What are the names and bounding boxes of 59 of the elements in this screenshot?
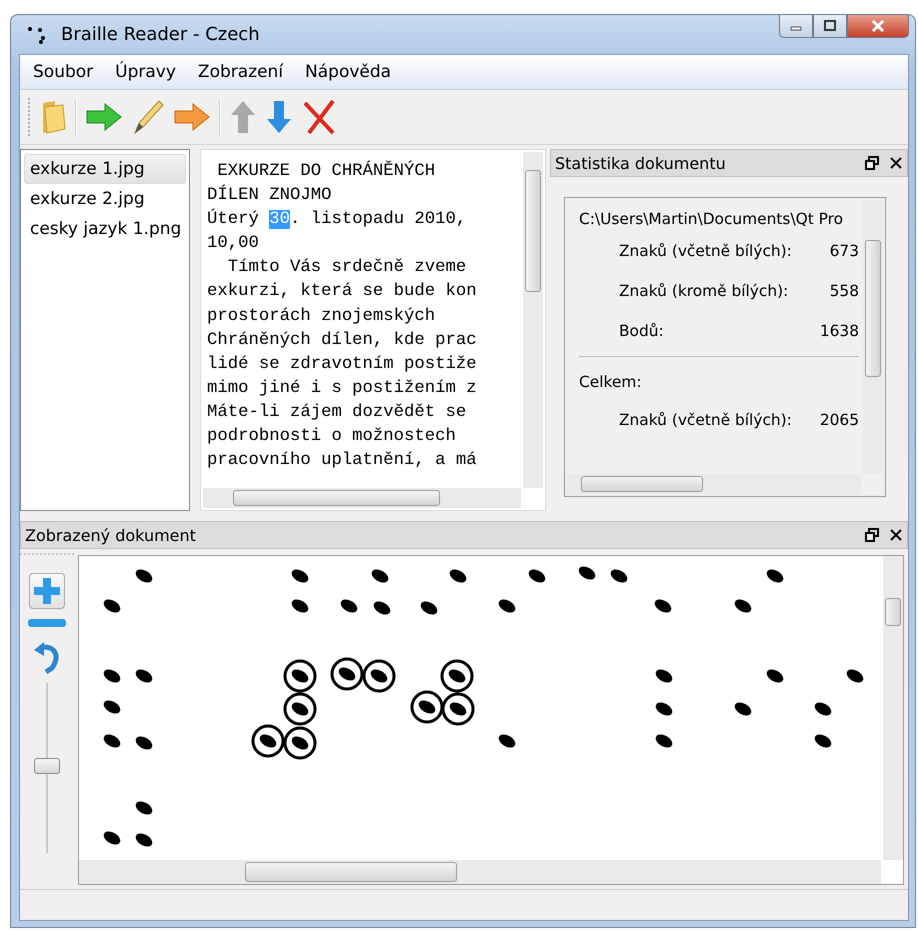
file-item[interactable]: exkurze 1.jpg	[24, 154, 186, 184]
text-line: DÍLEN ZNOJMO	[207, 184, 332, 208]
arrow-down-icon[interactable]	[265, 99, 293, 135]
stat-label: Znaků (kromě bílých):	[619, 282, 788, 300]
stat-label: Znaků (včetně bílých):	[619, 242, 792, 260]
horizontal-scrollbar[interactable]	[79, 860, 881, 884]
arrow-up-icon[interactable]	[229, 99, 257, 135]
text-line: exkurzi, která se bude kon	[207, 281, 478, 304]
delete-icon[interactable]	[301, 99, 337, 135]
close-icon[interactable]	[889, 528, 903, 542]
dock-title: Statistika dokumentu	[555, 154, 726, 172]
vertical-scrollbar[interactable]	[523, 152, 543, 488]
vertical-scrollbar[interactable]	[863, 200, 883, 474]
menu-item[interactable]: Zobrazení	[188, 62, 296, 82]
horizontal-scrollbar[interactable]	[567, 474, 861, 494]
stat-value: 2065	[820, 411, 859, 429]
text-line: EXKURZE DO CHRÁNĚNÝCH	[216, 160, 436, 183]
text-line: pracovního uplatnění, a má	[207, 450, 478, 472]
zoom-in-button[interactable]	[29, 573, 65, 609]
menu-item[interactable]: Soubor	[24, 62, 106, 82]
float-icon[interactable]	[865, 528, 879, 542]
file-item[interactable]: cesky jazyk 1.png	[24, 214, 186, 244]
stat-heading: Celkem:	[579, 373, 643, 391]
text-line: 10,00	[207, 233, 260, 256]
arrow-right-icon[interactable]	[173, 102, 211, 132]
text-line: podrobnosti o možnostech	[207, 426, 457, 448]
menu-item[interactable]: Nápověda	[296, 62, 404, 82]
dock-title: Zobrazený dokument	[25, 526, 196, 544]
maximize-button[interactable]	[813, 14, 847, 38]
stat-value: 1638	[820, 322, 859, 340]
text-line: lidé se zdravotním postiže	[207, 354, 478, 376]
stat-label: Bodů:	[619, 322, 664, 340]
window-title: Braille Reader - Czech	[61, 24, 260, 45]
folder-icon[interactable]	[41, 99, 67, 135]
vertical-scrollbar[interactable]	[883, 556, 903, 860]
stat-label: Znaků (včetně bílých):	[619, 411, 792, 429]
text-editor[interactable]	[200, 149, 546, 511]
menu-item[interactable]: Úpravy	[106, 62, 189, 82]
pencil-icon[interactable]	[131, 99, 165, 135]
file-item[interactable]: exkurze 2.jpg	[24, 184, 186, 214]
zoom-slider[interactable]	[34, 683, 60, 853]
slider-handle[interactable]	[34, 758, 60, 774]
file-path: C:\Users\Martin\Documents\Qt Pro	[579, 210, 844, 228]
arrow-right-icon[interactable]	[85, 102, 123, 132]
float-icon[interactable]	[865, 156, 879, 170]
text-line: prostorách znojemských	[207, 306, 436, 328]
maximize-icon	[823, 20, 837, 32]
close-icon[interactable]	[889, 156, 903, 170]
minimize-button[interactable]	[779, 14, 813, 38]
stat-value: 558	[830, 282, 859, 300]
horizontal-scrollbar[interactable]	[203, 488, 521, 508]
text-line: Tímto Vás srdečně zveme	[226, 257, 468, 280]
text-line: Chráněných dílen, kde prac	[207, 330, 478, 352]
text-line: Úterý 30. listopadu 2010,	[207, 208, 468, 232]
text-line: Máte-li zájem dozvědět se	[207, 402, 468, 424]
text-line: mimo jiné i s postižením z	[207, 378, 478, 400]
close-icon	[870, 19, 886, 33]
stat-value: 673	[830, 242, 859, 260]
close-button[interactable]	[847, 14, 909, 38]
